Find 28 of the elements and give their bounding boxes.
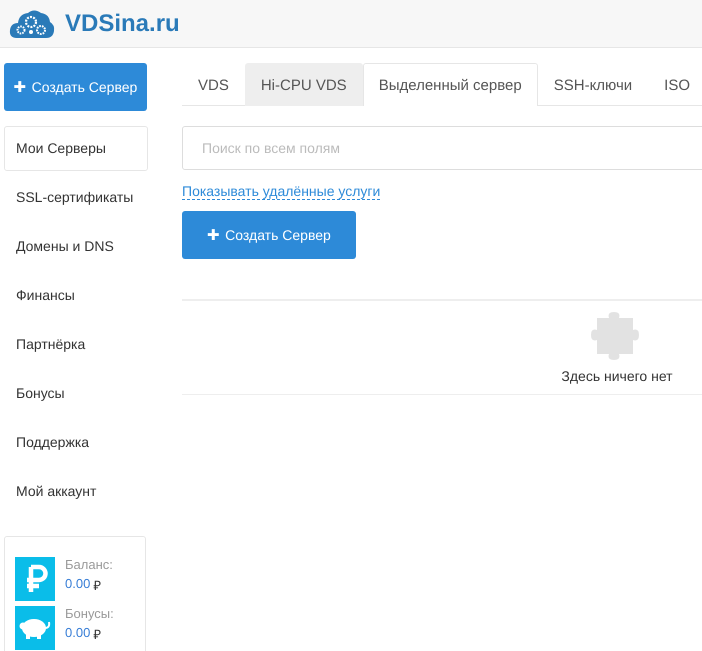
- wallet-amount: 0.00: [65, 625, 90, 642]
- wallet-label: Баланс:: [65, 557, 113, 572]
- sidebar-item[interactable]: Финансы: [4, 273, 146, 318]
- wallet-amount: 0.00: [65, 576, 90, 593]
- sidebar-item[interactable]: SSL-сертификаты: [4, 175, 146, 220]
- tab[interactable]: ISO: [648, 63, 702, 106]
- tab[interactable]: Выделенный сервер: [362, 63, 538, 106]
- cloud-gears-icon: [9, 8, 55, 40]
- empty-message: Здесь ничего нет: [561, 368, 673, 384]
- ruble-icon: [15, 557, 55, 601]
- create-server-button[interactable]: ✚ Создать Сервер: [182, 211, 356, 259]
- sidebar-item[interactable]: Домены и DNS: [4, 224, 146, 269]
- sidebar-item[interactable]: Бонусы: [4, 371, 146, 416]
- wallet-label: Бонусы:: [65, 606, 114, 621]
- sidebar-item[interactable]: Партнёрка: [4, 322, 146, 367]
- currency-sign: ₽: [93, 626, 102, 643]
- logo-text[interactable]: VDSina.ru: [65, 10, 180, 38]
- sidebar-item[interactable]: Поддержка: [4, 420, 146, 465]
- tab[interactable]: Hi-CPU VDS: [244, 63, 363, 106]
- sidebar-item[interactable]: Мои Серверы: [4, 126, 148, 171]
- currency-sign: ₽: [93, 577, 102, 594]
- show-deleted-link[interactable]: Показывать удалённые услуги: [182, 183, 380, 200]
- tab[interactable]: SSH-ключи: [538, 63, 648, 106]
- piggy-bank-icon: [15, 606, 55, 650]
- search-field[interactable]: Поиск по всем полям: [182, 126, 702, 170]
- create-server-button[interactable]: ✚ Создать Сервер: [4, 63, 147, 111]
- tab[interactable]: VDS: [182, 63, 245, 106]
- sidebar-item[interactable]: Мой аккаунт: [4, 469, 146, 514]
